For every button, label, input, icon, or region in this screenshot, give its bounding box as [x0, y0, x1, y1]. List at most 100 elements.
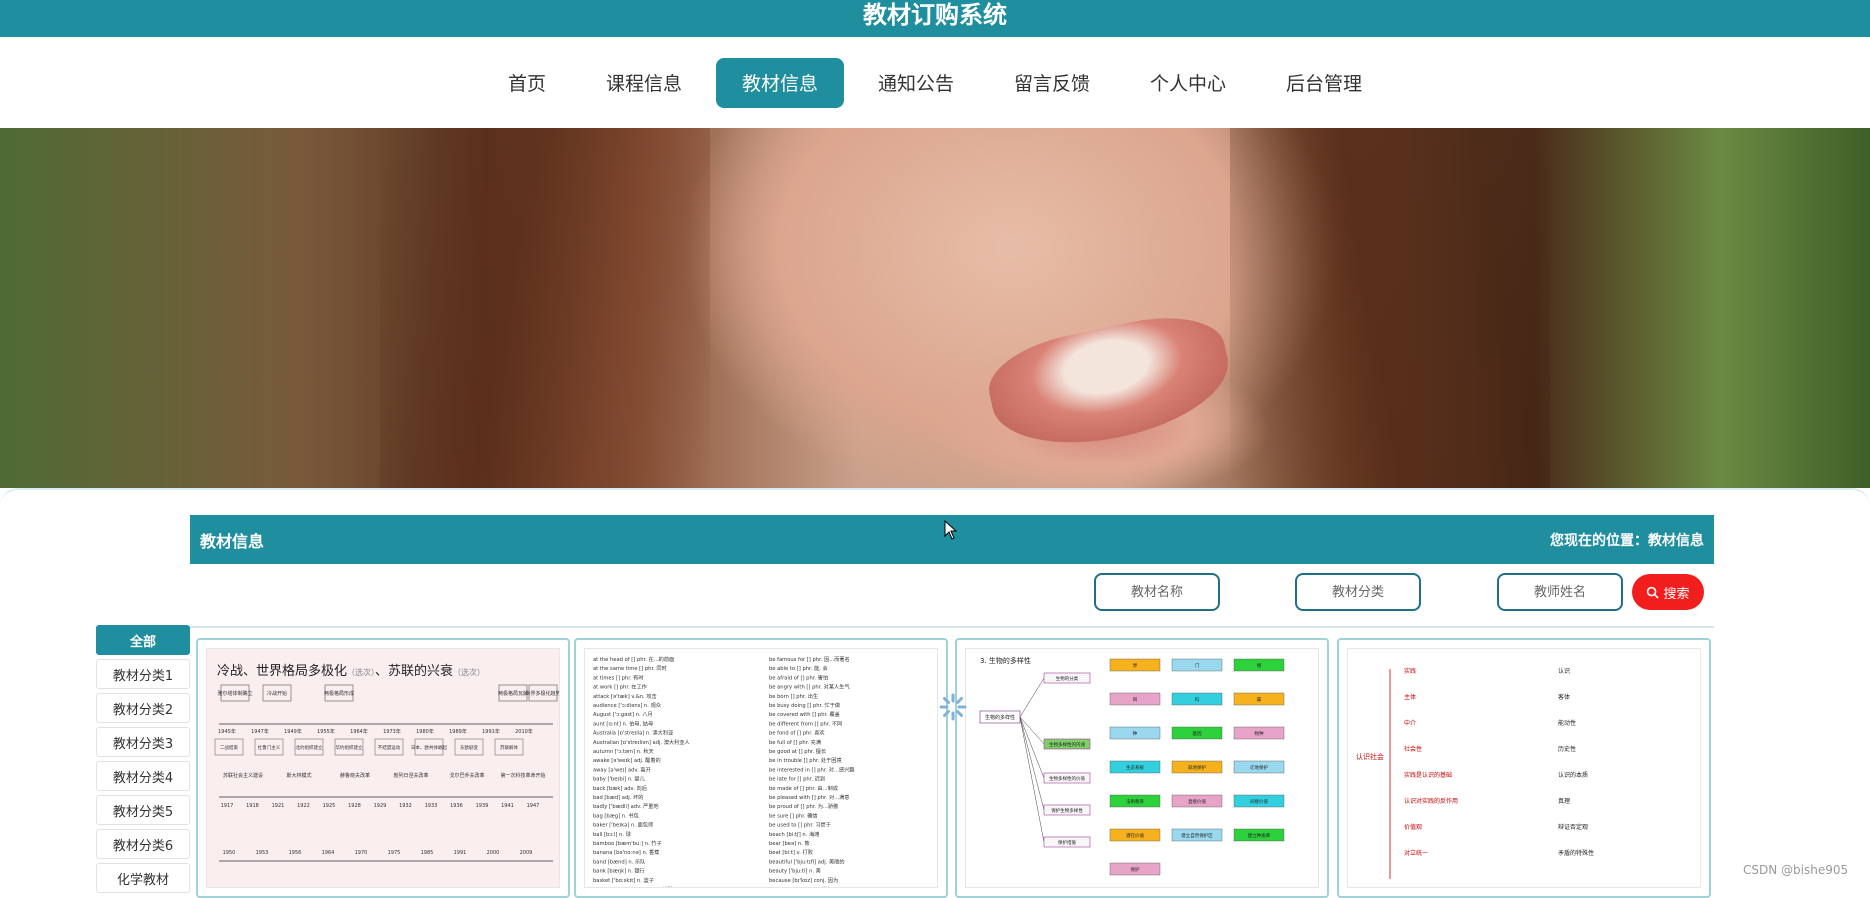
- outline-item: 实践: [1404, 667, 1416, 675]
- timeline-label: 戈尔巴乔夫改革: [449, 772, 484, 779]
- vocabulary-entry: be interested in [] phr. 对...感兴趣: [769, 765, 854, 773]
- nav-item-courses[interactable]: 课程信息: [580, 58, 708, 108]
- mindmap-leaf-label: 界: [1133, 663, 1138, 669]
- timeline-year: 1970: [355, 850, 368, 856]
- vocabulary-entry: be made of [] phr. 由...制成: [769, 784, 838, 792]
- timeline-event: 苏联解体: [500, 744, 518, 751]
- outline-item: 客体: [1558, 693, 1570, 701]
- vocabulary-entry: at times [] phr. 有时: [593, 673, 644, 681]
- timeline-event: 二战结束: [220, 744, 238, 751]
- outline-item: 真理: [1558, 797, 1570, 805]
- vocabulary-entry: bamboo [bæm'bu:] n. 竹子: [593, 839, 662, 847]
- vocabulary-entry: Australia [ɒ'streɪliə] n. 澳大利亚: [593, 729, 673, 737]
- vocabulary-entry: be covered with [] phr. 覆盖: [769, 710, 840, 718]
- vocabulary-entry: be sure [] phr. 确信: [769, 811, 818, 819]
- nav-item-notices[interactable]: 通知公告: [852, 58, 980, 108]
- vocabulary-entry: be angry with [] phr. 对某人生气: [769, 683, 850, 691]
- vocabulary-entry: be pleased with [] phr. 对...满意: [769, 793, 849, 801]
- timeline-year: 1949年: [284, 728, 302, 735]
- search-button[interactable]: 搜索: [1632, 574, 1704, 610]
- timeline-year: 2009: [520, 850, 533, 856]
- timeline-event: 不结盟运动: [378, 744, 401, 751]
- mouse-cursor-icon: [944, 520, 958, 540]
- textbook-card[interactable]: 认识社会 实践 认识 主体 客体 中介 能动性 社会性 历史性 实践是认识的基础 认识的本质 认识对实…: [1337, 638, 1711, 898]
- timeline-year: 1980年: [416, 728, 434, 735]
- timeline-year: 1947年: [251, 728, 269, 735]
- vocabulary-entry: badly ['bædli] adv. 严重地: [593, 802, 659, 810]
- timeline-label: 两极格局形成: [324, 690, 354, 697]
- mindmap-edge: [1019, 716, 1045, 779]
- vocabulary-entry: be good at [] phr. 擅长: [769, 747, 827, 755]
- textbook-cover-image: at the head of [] phr. 在...的前面 be famous …: [584, 648, 938, 888]
- vocabulary-list-image: at the head of [] phr. 在...的前面 be famous …: [593, 655, 854, 887]
- nav-item-home[interactable]: 首页: [482, 58, 572, 108]
- timeline-event: 日本、欧共体崛起: [411, 744, 447, 751]
- vocabulary-entry: awake [ə'weɪk] adj. 醒着的: [593, 756, 661, 764]
- search-button-label: 搜索: [1663, 585, 1690, 601]
- mindmap-leaf-label: 建立自然保护区: [1181, 832, 1213, 839]
- vocabulary-entry: ball [bɔ:l] n. 球: [593, 830, 632, 838]
- textbook-name-input[interactable]: [1094, 573, 1220, 611]
- teacher-name-input[interactable]: [1497, 573, 1623, 611]
- vocabulary-entry: back [bæk] adv. 向后: [593, 784, 647, 792]
- nav-item-feedback[interactable]: 留言反馈: [988, 58, 1116, 108]
- outline-item: 社会性: [1404, 745, 1422, 753]
- textbook-card[interactable]: at the head of [] phr. 在...的前面 be famous …: [574, 638, 948, 898]
- vocabulary-entry: audience ['ɔ:diəns] n. 观众: [593, 702, 661, 709]
- mindmap-branch-label: 生物的分类: [1056, 675, 1079, 682]
- timeline-label: 雅尔塔体制确立: [217, 690, 252, 697]
- nav-item-admin[interactable]: 后台管理: [1260, 58, 1388, 108]
- vocabulary-entry: banana [bə'nɑ:nə] n. 香蕉: [593, 848, 659, 856]
- main-nav: 首页 课程信息 教材信息 通知公告 留言反馈 个人中心 后台管理: [0, 37, 1870, 128]
- breadcrumb: 您现在的位置：教材信息: [1550, 532, 1704, 549]
- vocabulary-entry: be different from [] phr. 不同: [769, 720, 842, 727]
- textbook-card[interactable]: 冷战、世界格局多极化（选次）、苏联的兴衰（选次） 雅尔塔体制确立 冷战开始 两极格局…: [196, 638, 570, 898]
- timeline-year: 1925: [323, 803, 336, 809]
- textbook-cover-image: 冷战、世界格局多极化（选次）、苏联的兴衰（选次） 雅尔塔体制确立 冷战开始 两极格局…: [206, 648, 560, 888]
- mindmap-leaf-label: 法制教育: [1126, 798, 1144, 805]
- loading-spinner-icon: [939, 693, 967, 721]
- mindmap-leaf-label: 迁地保护: [1250, 764, 1268, 771]
- outline-item: 认识的本质: [1558, 771, 1588, 779]
- timeline-year: 1932: [399, 803, 412, 809]
- mindmap-leaf-label: 保护: [1131, 866, 1140, 873]
- outline-item: 实践是认识的基础: [1404, 771, 1452, 779]
- timeline-year: 1933: [425, 803, 438, 809]
- mindmap-edge: [1019, 716, 1045, 843]
- vocabulary-entry: because [bɪ'kɒz] conj. 因为: [769, 876, 838, 884]
- mindmap-leaf-label: 基因: [1193, 730, 1202, 737]
- timeline-label: 两极格局瓦解: [498, 690, 528, 697]
- vocabulary-entry: be busy doing [] phr. 忙于做: [769, 701, 841, 709]
- card3-title: 3. 生物的多样性: [980, 656, 1031, 665]
- vocabulary-entry: aunt [ɑ:nt] n. 伯母, 姑母: [593, 719, 653, 727]
- vocabulary-entry: at work [] phr. 在工作: [593, 683, 647, 691]
- timeline-year: 2010年: [515, 728, 533, 735]
- nav-item-profile[interactable]: 个人中心: [1124, 58, 1252, 108]
- outline-item: 价值观: [1404, 823, 1422, 831]
- vocabulary-entry: basket ['bɑ:skɪt] n. 篮子: [593, 876, 654, 884]
- timeline-year: 1975: [388, 850, 401, 856]
- timeline-label: 斯大林模式: [286, 772, 311, 779]
- vocabulary-entry: August ['ɔ:ɡəst] n. 八月: [593, 711, 653, 718]
- textbook-card[interactable]: 3. 生物的多样性 生物的多样性 生物的分类 生物多样性的内涵 生物多样性的价值 保护生…: [955, 638, 1329, 898]
- mindmap-leaf-label: 种: [1133, 730, 1138, 737]
- outline-item: 认识: [1558, 667, 1570, 675]
- timeline-year: 1964: [322, 850, 335, 856]
- mindmap-leaf-label: 物种: [1255, 730, 1264, 737]
- mindmap-leaf-label: 直接价值: [1188, 798, 1206, 805]
- outline-item: 中介: [1404, 719, 1416, 727]
- banner-carousel[interactable]: [0, 128, 1870, 488]
- timeline-year: 1991年: [482, 728, 500, 735]
- nav-item-textbooks[interactable]: 教材信息: [715, 57, 844, 108]
- vocabulary-entry: autumn ['ɔ:təm] n. 秋天: [593, 747, 654, 755]
- outline-item: 矛盾的特殊性: [1558, 849, 1594, 857]
- mindmap-leaf-label: 潜在价值: [1126, 832, 1144, 839]
- textbook-category-input[interactable]: [1295, 573, 1421, 611]
- timeline-year: 2000: [487, 850, 500, 856]
- vocabulary-entry: be in trouble [] phr. 处于困境: [769, 756, 842, 764]
- timeline-event: 华约组织建立: [336, 744, 363, 751]
- timeline-year: 1989年: [449, 728, 467, 735]
- outline-item: 历史性: [1558, 745, 1576, 753]
- vocabulary-entry: baker ['beɪkə] n. 面包师: [593, 821, 653, 829]
- vocabulary-entry: away [ə'weɪ] adv. 离开: [593, 765, 651, 773]
